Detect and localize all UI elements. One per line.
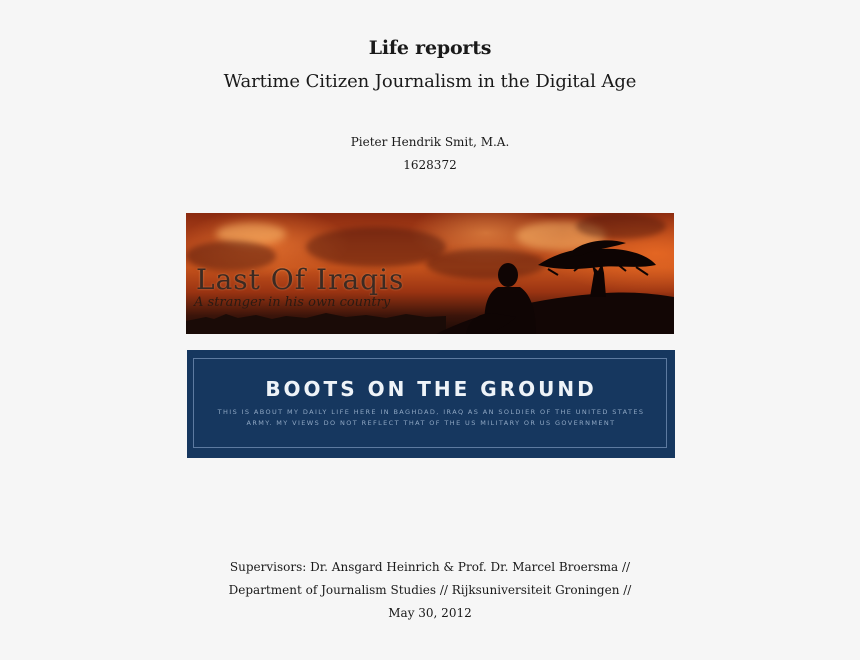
supervisors-line: Supervisors: Dr. Ansgard Heinrich & Prof… (229, 560, 631, 574)
document-title: Life reports (368, 37, 492, 59)
last-of-iraqis-banner: Last Of Iraqis A stranger in his own cou… (186, 213, 674, 334)
boots-on-the-ground-banner: BOOTS ON THE GROUND This is about my dai… (187, 350, 675, 458)
document-subtitle: Wartime Citizen Journalism in the Digita… (223, 71, 637, 92)
document-date: May 30, 2012 (388, 606, 472, 620)
author-name: Pieter Hendrik Smit, M.A. (350, 135, 510, 149)
document-page: Life reports Wartime Citizen Journalism … (0, 0, 860, 660)
student-id: 1628372 (403, 158, 457, 172)
department-line: Department of Journalism Studies // Rijk… (228, 583, 632, 597)
last-of-iraqis-title: Last Of Iraqis (196, 263, 405, 296)
boots-banner-description: This is about my daily life here in Bagh… (217, 408, 645, 427)
boots-banner-title: BOOTS ON THE GROUND (265, 377, 597, 401)
last-of-iraqis-tagline: A stranger in his own country (194, 295, 391, 310)
banner-frame (193, 358, 667, 448)
